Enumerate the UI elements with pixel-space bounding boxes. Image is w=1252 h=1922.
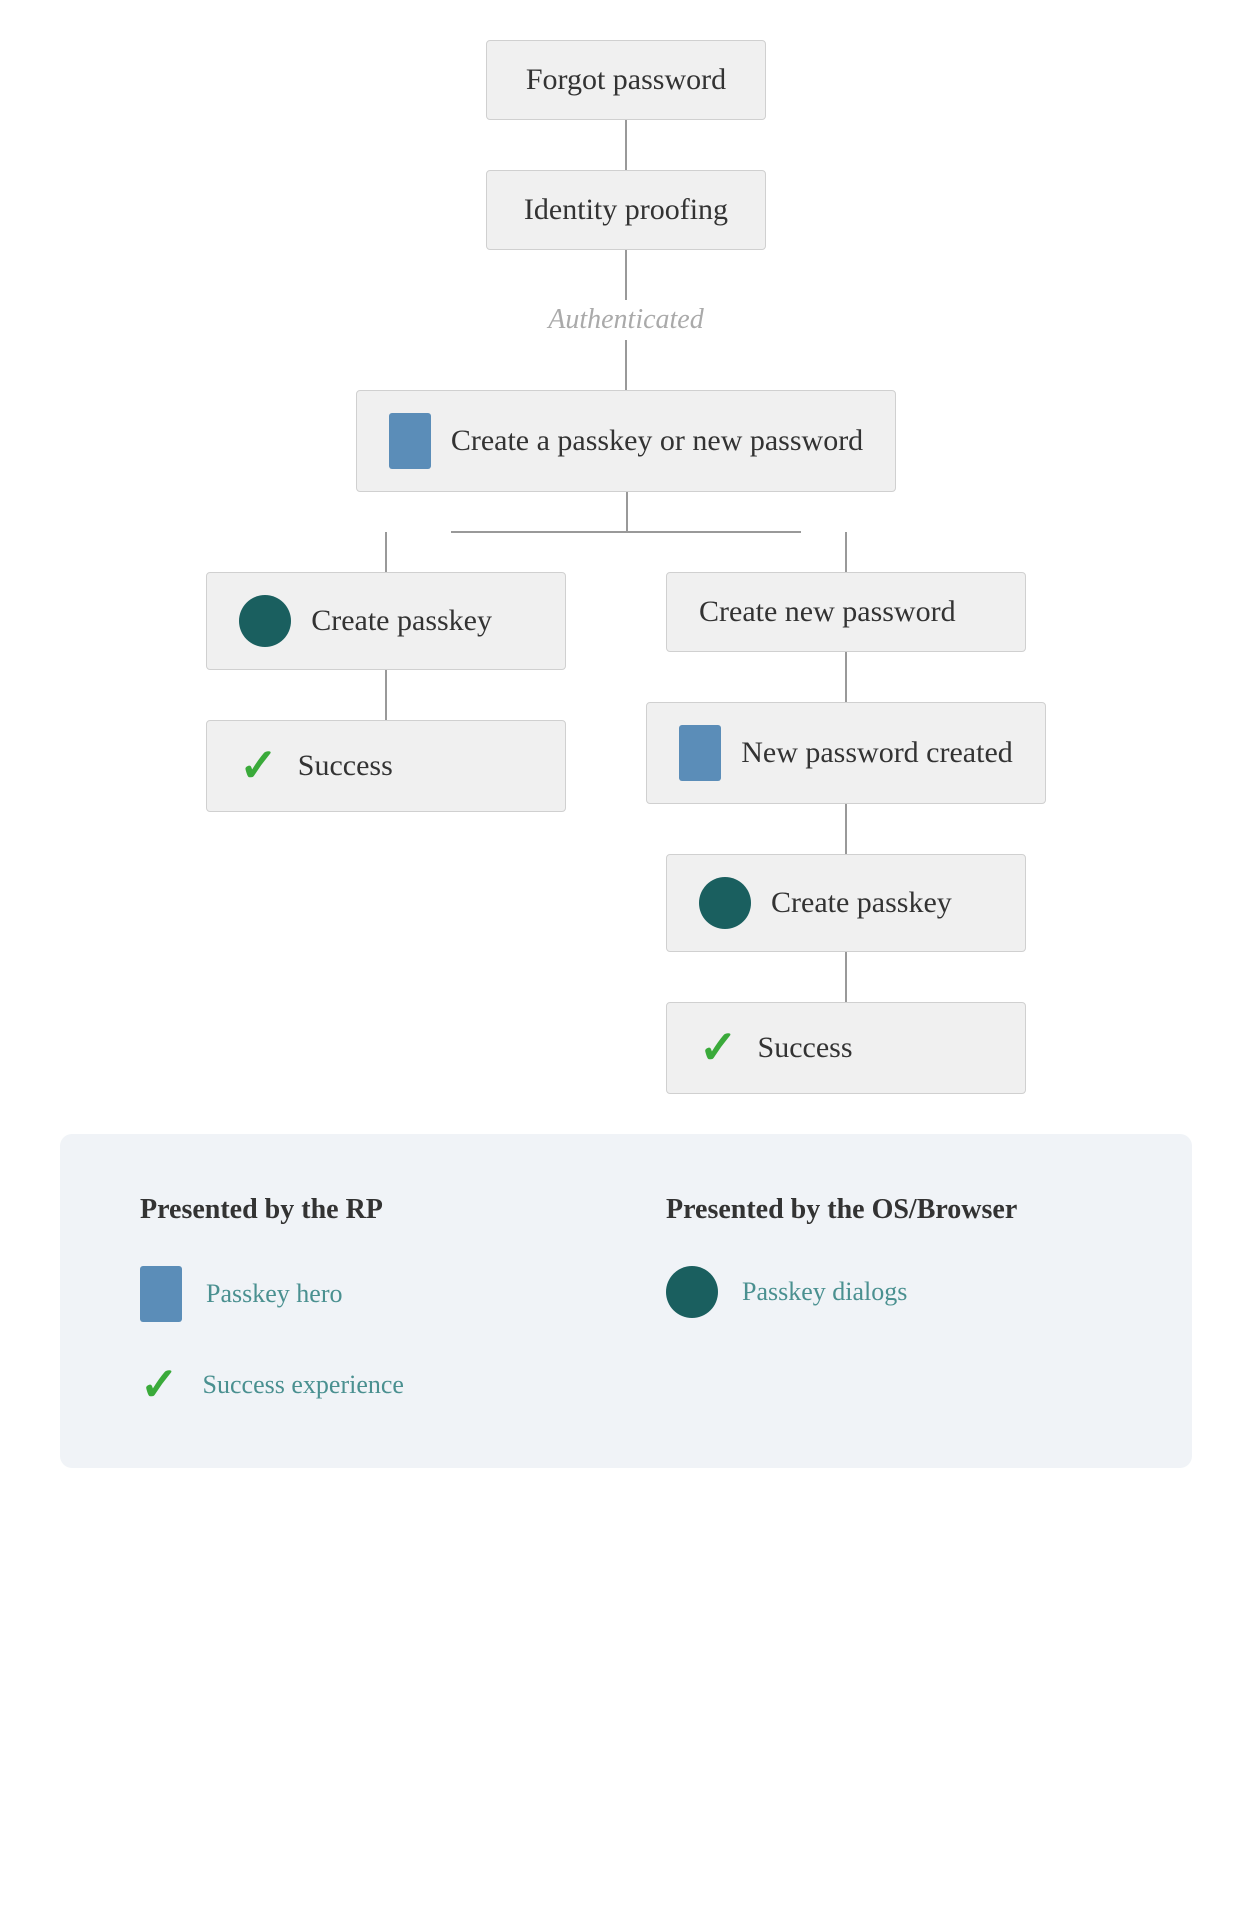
create-passkey-or-password-box: Create a passkey or new password — [356, 390, 896, 492]
legend-rp-label-1: Passkey hero — [206, 1279, 342, 1309]
right-create-passkey-label: Create passkey — [771, 886, 952, 920]
connector-2 — [625, 250, 627, 300]
right-connector-2 — [845, 652, 847, 702]
diagram-container: Forgot password Identity proofing Authen… — [0, 0, 1252, 1568]
right-success-box: ✓ Success — [666, 1002, 1026, 1094]
legend-rp-label-2: Success experience — [203, 1370, 404, 1400]
left-connector-2 — [385, 670, 387, 720]
right-create-passkey-box: Create passkey — [666, 854, 1026, 952]
checkmark-icon-left: ✓ — [239, 743, 278, 789]
two-columns-branch: Create passkey ✓ Success Create new pass… — [0, 532, 1252, 1094]
left-branch-connector-top — [385, 532, 387, 572]
right-branch-connector-top — [845, 532, 847, 572]
legend-circle-icon — [666, 1266, 718, 1318]
left-create-passkey-label: Create passkey — [311, 604, 492, 638]
legend-rp-item-1: Passkey hero — [140, 1266, 586, 1322]
legend-section: Presented by the RP Passkey hero ✓ Succe… — [60, 1134, 1192, 1468]
checkmark-icon-right: ✓ — [699, 1025, 738, 1071]
right-connector-4 — [845, 952, 847, 1002]
legend-browser-item-1: Passkey dialogs — [666, 1266, 1112, 1318]
identity-proofing-box: Identity proofing — [486, 170, 766, 250]
legend-browser-title: Presented by the OS/Browser — [666, 1194, 1112, 1226]
legend-check-icon: ✓ — [140, 1362, 179, 1408]
right-success-label: Success — [758, 1031, 853, 1065]
right-new-password-created-label: New password created — [741, 736, 1013, 770]
connector-1 — [625, 120, 627, 170]
right-connector-3 — [845, 804, 847, 854]
left-success-box: ✓ Success — [206, 720, 566, 812]
rect-icon-1 — [389, 413, 431, 469]
connector-3 — [625, 340, 627, 390]
circle-icon-left-1 — [239, 595, 291, 647]
legend-rp-title: Presented by the RP — [140, 1194, 586, 1226]
left-create-passkey-box: Create passkey — [206, 572, 566, 670]
rect-icon-right-1 — [679, 725, 721, 781]
right-branch-column: Create new password New password created… — [646, 532, 1046, 1094]
forgot-password-box: Forgot password — [486, 40, 766, 120]
h-split-connector — [276, 492, 976, 532]
circle-icon-right-1 — [699, 877, 751, 929]
authenticated-label: Authenticated — [548, 304, 704, 336]
identity-proofing-label: Identity proofing — [524, 193, 728, 226]
legend-browser-label-1: Passkey dialogs — [742, 1277, 907, 1307]
right-create-new-password-label: Create new password — [699, 595, 956, 629]
left-branch-column: Create passkey ✓ Success — [206, 532, 566, 1094]
forgot-password-label: Forgot password — [526, 63, 726, 96]
legend-browser-column: Presented by the OS/Browser Passkey dial… — [666, 1194, 1112, 1408]
legend-rp-column: Presented by the RP Passkey hero ✓ Succe… — [140, 1194, 586, 1408]
create-passkey-or-password-label: Create a passkey or new password — [451, 424, 863, 458]
legend-rect-icon — [140, 1266, 182, 1322]
legend-rp-item-2: ✓ Success experience — [140, 1362, 586, 1408]
left-success-label: Success — [298, 749, 393, 783]
right-new-password-created-box: New password created — [646, 702, 1046, 804]
right-create-new-password-box: Create new password — [666, 572, 1026, 652]
